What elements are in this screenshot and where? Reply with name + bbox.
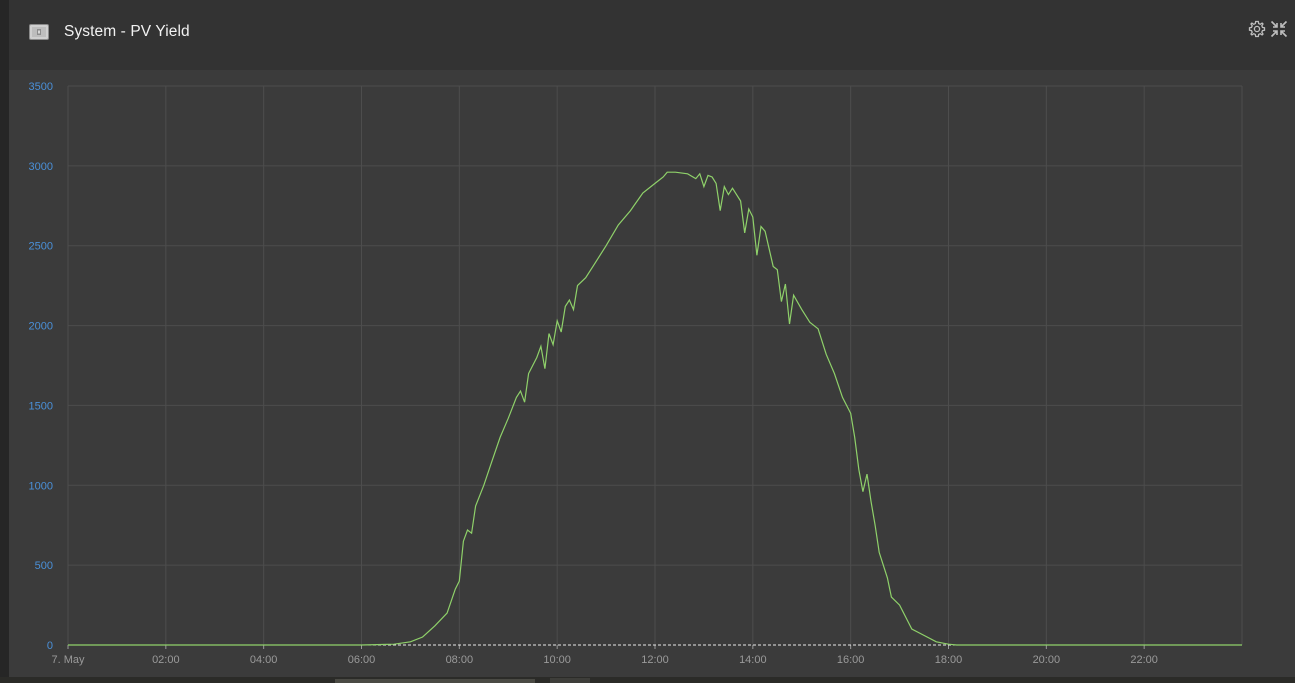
x-tick-label: 08:00 <box>446 654 474 666</box>
chart-area: 0 500 1000 1500 2000 2500 3000 3500 7. May 02:00 0… <box>9 70 1295 683</box>
collapse-icon[interactable] <box>1270 20 1288 38</box>
x-tick-label: 18:00 <box>935 654 963 666</box>
x-tick-label: 22:00 <box>1130 654 1158 666</box>
solar-panel-icon <box>29 24 49 40</box>
widget-title: System - PV Yield <box>64 23 190 40</box>
x-tick-label: 10:00 <box>543 654 571 666</box>
scroll-segment <box>335 679 535 683</box>
y-tick-label: 1500 <box>29 400 53 412</box>
bottom-strip <box>0 677 1295 683</box>
x-tick-label: 12:00 <box>641 654 669 666</box>
x-tick-label: 04:00 <box>250 654 278 666</box>
x-tick-label: 14:00 <box>739 654 767 666</box>
x-tick-label: 02:00 <box>152 654 180 666</box>
y-tick-label: 500 <box>35 560 53 572</box>
pv-yield-widget: System - PV Yield 0 500 1000 1500 2000 2500 30… <box>9 0 1295 683</box>
scroll-segment <box>550 678 590 683</box>
x-tick-label: 16:00 <box>837 654 865 666</box>
y-tick-label: 1000 <box>29 480 53 492</box>
y-tick-label: 3000 <box>29 161 53 173</box>
gear-icon[interactable] <box>1248 20 1266 38</box>
widget-header: System - PV Yield <box>9 0 1295 70</box>
y-tick-label: 3500 <box>29 81 53 93</box>
x-tick-label: 06:00 <box>348 654 376 666</box>
y-tick-label: 2500 <box>29 241 53 253</box>
x-tick-label: 7. May <box>51 654 85 666</box>
y-tick-label: 2000 <box>29 321 53 333</box>
y-tick-label: 0 <box>47 640 53 652</box>
pv-yield-chart: 0 500 1000 1500 2000 2500 3000 3500 7. May 02:00 0… <box>29 81 1243 666</box>
x-tick-label: 20:00 <box>1033 654 1061 666</box>
